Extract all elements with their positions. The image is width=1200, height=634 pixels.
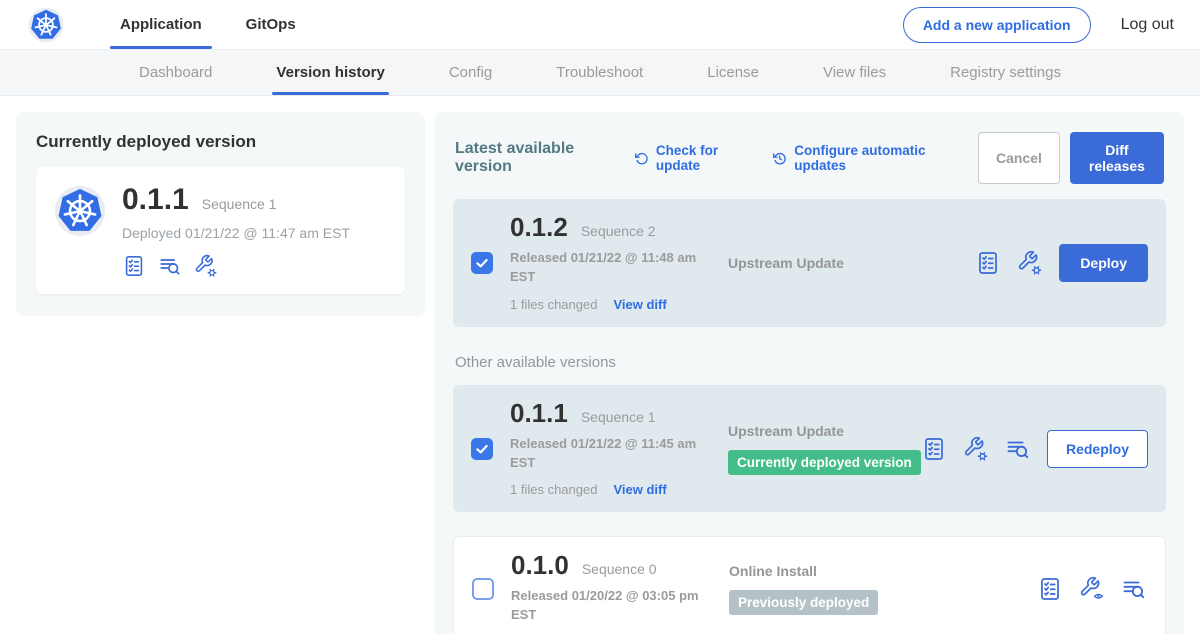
version-0-1-1-info: 0.1.1 Sequence 1 Released 01/21/22 @ 11:… [510,400,716,498]
deploy-logs-icon[interactable] [158,254,182,278]
version-row-0-1-2: 0.1.2 Sequence 2 Released 01/21/22 @ 11:… [453,199,1166,327]
add-new-application-button[interactable]: Add a new application [903,7,1091,43]
deployed-sequence-label: Sequence 1 [202,196,277,212]
tab-troubleshoot-label: Troubleshoot [556,64,643,81]
tab-version-history[interactable]: Version history [272,50,388,95]
check-for-update-link[interactable]: Check for update [634,143,752,173]
deploy-button[interactable]: Deploy [1059,244,1148,282]
sequence-label: Sequence 2 [581,223,656,239]
tab-gitops-label: GitOps [246,16,296,33]
refresh-icon [634,150,649,167]
edit-config-icon[interactable] [1017,250,1043,276]
tab-view-files[interactable]: View files [819,50,890,95]
main-content: Currently deployed version 0.1.1 Sequenc… [0,96,1200,634]
version-0-1-2-meta: Upstream Update [716,255,975,271]
configure-automatic-updates-label: Configure automatic updates [794,143,958,173]
preflight-checks-icon[interactable] [921,436,947,462]
released-timestamp: Released 01/21/22 @ 11:48 am EST [510,249,698,287]
available-versions-panel: Latest available version Check for updat… [435,112,1184,634]
tab-view-files-label: View files [823,64,886,81]
version-0-1-2-info: 0.1.2 Sequence 2 Released 01/21/22 @ 11:… [510,214,716,312]
version-0-1-0-checkbox[interactable] [472,578,494,600]
version-0-1-0-meta: Online Install Previously deployed [717,563,1037,615]
files-changed-label: 1 files changed [510,297,597,312]
tab-application-label: Application [120,16,202,33]
tab-dashboard-label: Dashboard [139,64,212,81]
deployed-version-card: 0.1.1 Sequence 1 Deployed 01/21/22 @ 11:… [36,167,405,294]
tab-license-label: License [707,64,759,81]
schedule-refresh-icon [772,150,787,167]
tab-troubleshoot[interactable]: Troubleshoot [552,50,647,95]
preflight-checks-icon[interactable] [122,254,146,278]
version-0-1-1-checkbox[interactable] [471,438,493,460]
tab-dashboard[interactable]: Dashboard [135,50,216,95]
version-row-0-1-1: 0.1.1 Sequence 1 Released 01/21/22 @ 11:… [453,385,1166,513]
deployed-version-number: 0.1.1 [122,183,189,217]
preflight-checks-icon[interactable] [975,250,1001,276]
edit-config-icon[interactable] [194,254,218,278]
app-sub-nav: Dashboard Version history Config Trouble… [0,50,1200,96]
view-config-icon[interactable] [1079,576,1105,602]
version-source-label: Upstream Update [728,255,975,271]
latest-version-header: Latest available version Check for updat… [455,132,1164,184]
tab-license[interactable]: License [703,50,763,95]
top-nav: Application GitOps Add a new application… [0,0,1200,50]
deployed-action-icons [122,254,350,278]
other-versions-title: Other available versions [455,354,1164,371]
version-0-1-0-actions [1037,576,1147,602]
header-action-buttons: Cancel Diff releases [978,132,1164,184]
tab-registry-settings-label: Registry settings [950,64,1061,81]
top-nav-tabs: Application GitOps [98,0,318,49]
kubernetes-app-icon [54,185,106,237]
checkmark-icon [474,255,490,271]
version-0-1-1-actions: Redeploy [921,430,1148,468]
version-source-label: Upstream Update [728,423,921,439]
version-source-label: Online Install [729,563,1037,579]
tab-application[interactable]: Application [98,0,224,49]
currently-deployed-title: Currently deployed version [36,132,405,152]
released-timestamp: Released 01/21/22 @ 11:45 am EST [510,435,698,473]
version-number: 0.1.0 [511,552,569,578]
deployed-version-details: 0.1.1 Sequence 1 Deployed 01/21/22 @ 11:… [122,183,350,278]
version-0-1-1-meta: Upstream Update Currently deployed versi… [716,423,921,475]
tab-gitops[interactable]: GitOps [224,0,318,49]
tab-config[interactable]: Config [445,50,496,95]
deploy-logs-icon[interactable] [1121,576,1147,602]
tab-config-label: Config [449,64,492,81]
currently-deployed-panel: Currently deployed version 0.1.1 Sequenc… [16,112,425,316]
preflight-checks-icon[interactable] [1037,576,1063,602]
version-number: 0.1.2 [510,214,568,240]
diff-releases-button[interactable]: Diff releases [1070,132,1164,184]
released-timestamp: Released 01/20/22 @ 03:05 pm EST [511,587,699,625]
logout-button[interactable]: Log out [1121,16,1174,34]
files-changed-label: 1 files changed [510,482,597,497]
edit-config-icon[interactable] [963,436,989,462]
sequence-label: Sequence 1 [581,409,656,425]
cancel-button[interactable]: Cancel [978,132,1060,184]
checkmark-icon [474,441,490,457]
deploy-logs-icon[interactable] [1005,436,1031,462]
tab-registry-settings[interactable]: Registry settings [946,50,1065,95]
version-number: 0.1.1 [510,400,568,426]
kubernetes-logo-icon[interactable] [28,7,64,43]
version-0-1-2-checkbox[interactable] [471,252,493,274]
view-diff-link[interactable]: View diff [613,482,666,497]
sequence-label: Sequence 0 [582,561,657,577]
version-0-1-0-info: 0.1.0 Sequence 0 Released 01/20/22 @ 03:… [511,552,717,625]
version-row-0-1-0: 0.1.0 Sequence 0 Released 01/20/22 @ 03:… [453,536,1166,634]
view-diff-link[interactable]: View diff [613,297,666,312]
previously-deployed-badge: Previously deployed [729,590,878,615]
version-0-1-2-actions: Deploy [975,244,1148,282]
check-for-update-label: Check for update [656,143,752,173]
top-nav-right: Add a new application Log out [903,0,1174,49]
redeploy-button[interactable]: Redeploy [1047,430,1148,468]
tab-version-history-label: Version history [276,64,384,81]
latest-version-title: Latest available version [455,140,614,176]
currently-deployed-badge: Currently deployed version [728,450,921,475]
deployed-timestamp: Deployed 01/21/22 @ 11:47 am EST [122,225,350,241]
configure-automatic-updates-link[interactable]: Configure automatic updates [772,143,958,173]
